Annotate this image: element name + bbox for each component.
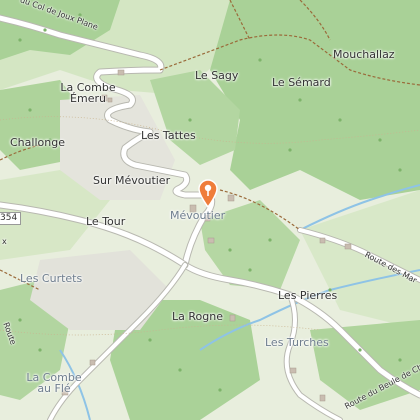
place-label-les-curtets: Les Curtets	[20, 272, 83, 285]
place-label-la-combe-au-fle: La Combe au Flé	[24, 372, 84, 394]
place-label-le-sagy: Le Sagy	[195, 69, 239, 82]
map-canvas[interactable]: du Col de Joux Plane Mouchallaz Le Sagy …	[0, 0, 420, 420]
place-label-la-rogne: La Rogne	[172, 310, 223, 323]
place-label-la-combe-emeru: La Combe Émeru	[60, 82, 116, 104]
place-label-les-tattes: Les Tattes	[141, 129, 196, 142]
place-label-mevoutier: Mévoutier	[170, 209, 226, 222]
place-label-sur-mevoutier: Sur Mévoutier	[93, 174, 171, 187]
place-label-mouchallaz: Mouchallaz	[333, 48, 395, 61]
road-label-x: x	[2, 237, 7, 246]
location-pin-icon[interactable]	[197, 178, 219, 209]
place-label-les-turches: Les Turches	[265, 336, 329, 349]
place-label-la-combe-emeru-line2: Émeru	[70, 92, 106, 105]
place-label-le-tour: Le Tour	[86, 215, 126, 228]
place-label-challonge: Challonge	[10, 136, 65, 149]
place-label-la-combe-au-fle-line2: au Flé	[37, 382, 71, 395]
road-number-shield: 354	[0, 212, 22, 225]
place-label-le-semard: Le Sémard	[272, 76, 331, 89]
place-label-les-pierres: Les Pierres	[278, 289, 338, 302]
